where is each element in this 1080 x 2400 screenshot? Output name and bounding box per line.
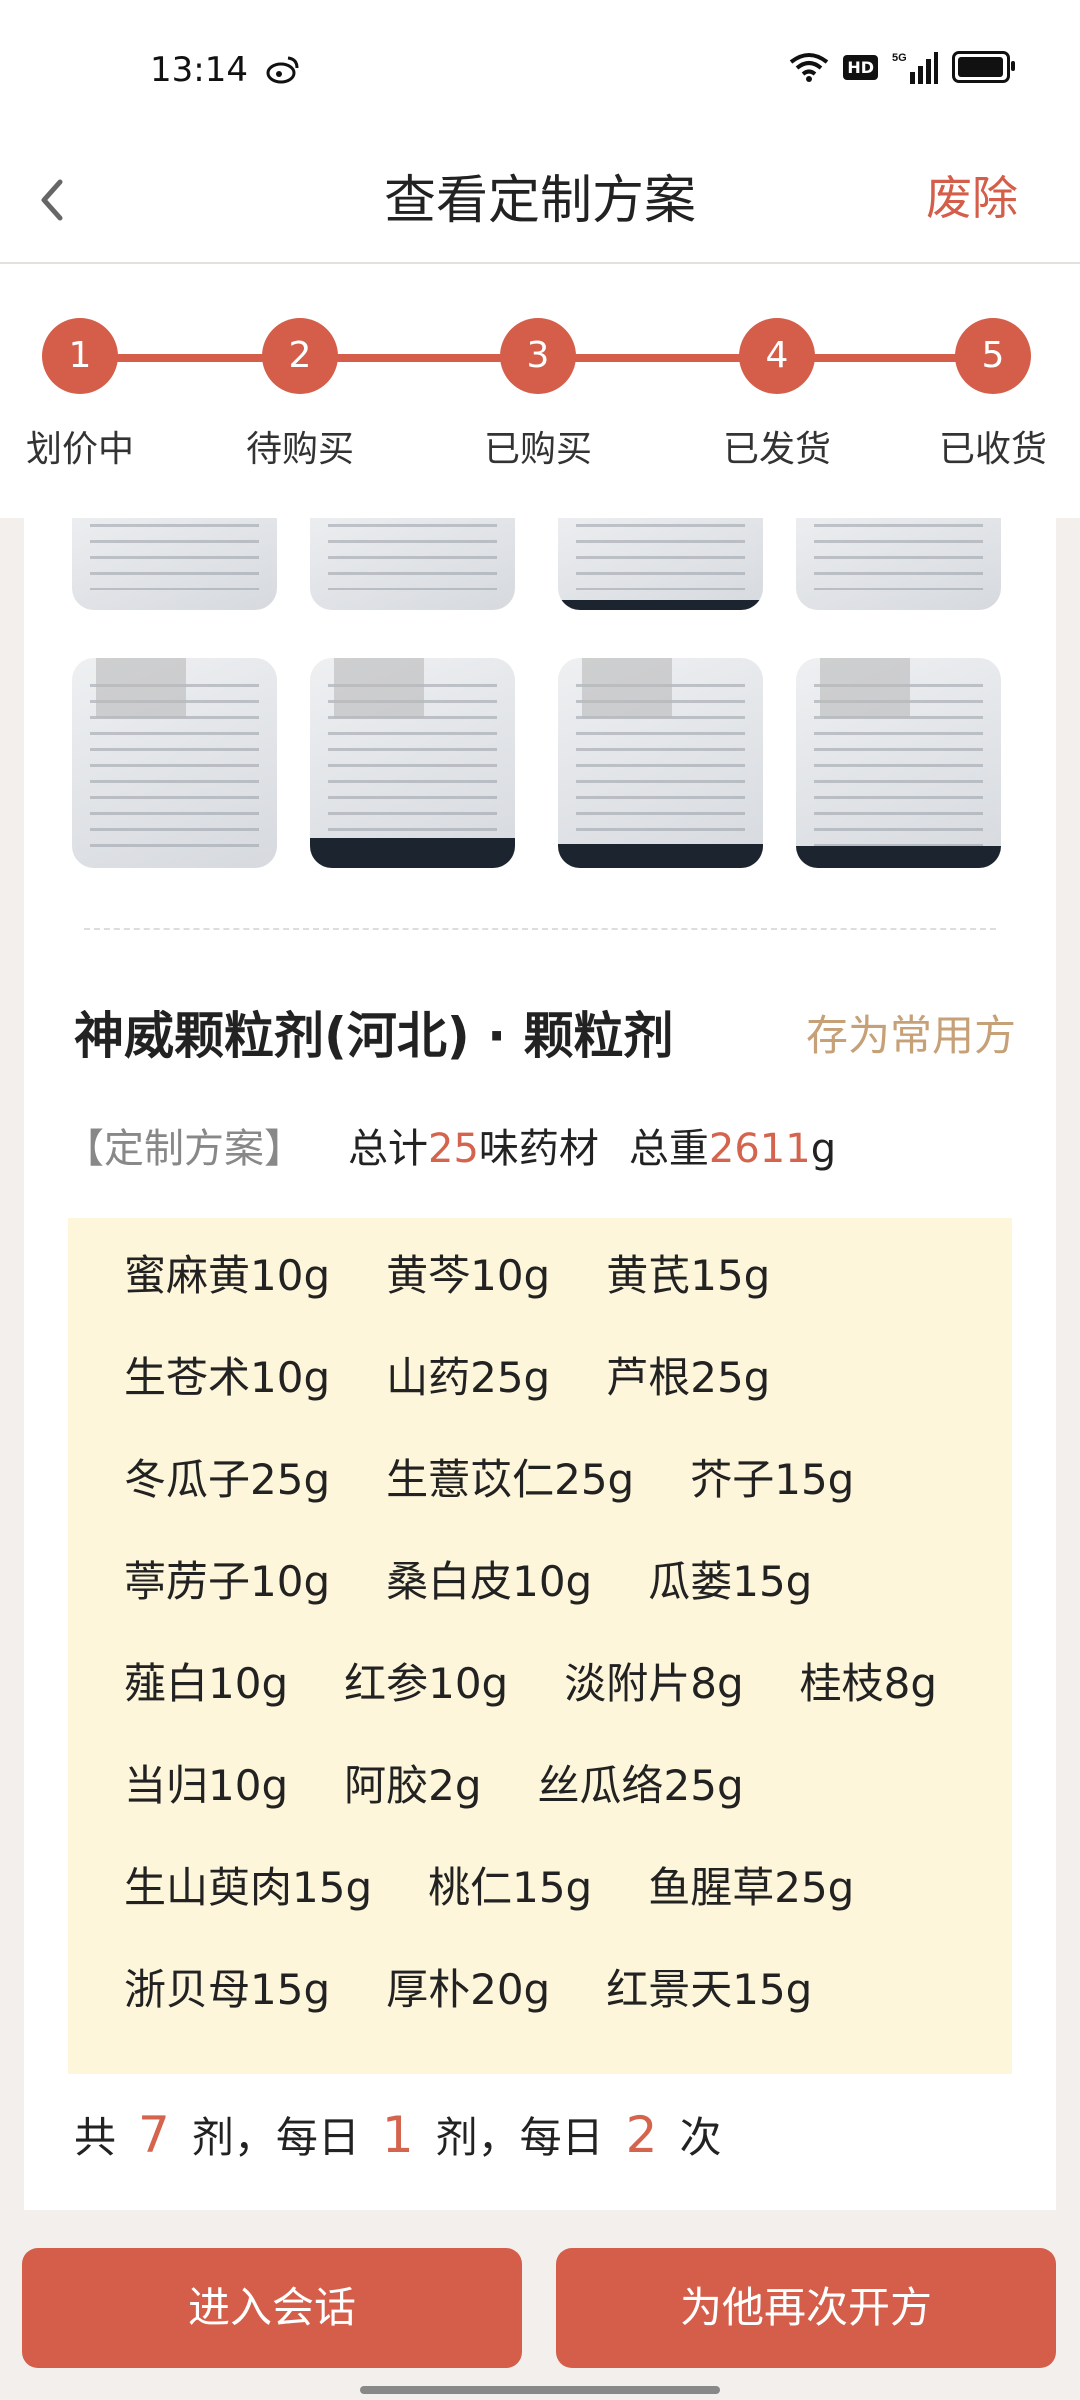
- herb-row: 当归10g 阿胶2g 丝瓜络25g: [124, 1752, 800, 1813]
- herb-item: 红参10g: [344, 1659, 509, 1708]
- battery-icon: [952, 51, 1015, 83]
- herb-item: 葶苈子10g: [124, 1557, 331, 1606]
- weight-unit: g: [810, 1126, 837, 1172]
- herb-list: 蜜麻黄10g 黄芩10g 黄芪15g 生苍术10g 山药25g 芦根25g 冬瓜…: [68, 1218, 1012, 2074]
- times-per-day: 2: [625, 2106, 658, 2164]
- step-circle: 4: [739, 318, 815, 394]
- case-image-thumbnail[interactable]: [72, 518, 277, 610]
- prescription-detail[interactable]: 神威颗粒剂(河北) · 颗粒剂 存为常用方 【定制方案】 总计25味药材 总重261…: [24, 518, 1056, 2210]
- dosage-text: 剂，每日: [435, 2113, 604, 2162]
- hd-icon: HD: [843, 54, 878, 80]
- herb-item: 桑白皮10g: [386, 1557, 593, 1606]
- dosage-text: 剂，每日: [191, 2113, 360, 2162]
- dosage-instructions: 共 7 剂，每日 1 剂，每日 2 次: [74, 2104, 722, 2165]
- count-suffix: 味药材: [478, 1126, 599, 1172]
- total-weight: 2611: [708, 1126, 811, 1172]
- dose-count: 7: [138, 2106, 170, 2164]
- herb-item: 冬瓜子25g: [124, 1455, 331, 1504]
- herb-item: 当归10g: [124, 1761, 289, 1810]
- save-as-common-button[interactable]: 存为常用方: [806, 1002, 1016, 1063]
- herb-item: 红景天15g: [606, 1965, 813, 2014]
- network-type: 5G: [892, 52, 907, 64]
- step-3: 3 已购买: [438, 318, 638, 472]
- doses-per-day: 1: [381, 2106, 414, 2164]
- abolish-button[interactable]: 废除: [926, 162, 1018, 228]
- weibo-icon: [266, 56, 299, 84]
- status-time: 13:14: [150, 50, 248, 90]
- case-image-thumbnail[interactable]: [310, 658, 515, 868]
- case-image-thumbnail[interactable]: [72, 658, 277, 868]
- herb-row: 葶苈子10g 桑白皮10g 瓜蒌15g: [124, 1548, 868, 1609]
- step-2: 2 待购买: [200, 318, 400, 472]
- dosage-text: 共: [74, 2113, 117, 2162]
- step-circle: 2: [262, 318, 338, 394]
- herb-row: 薤白10g 红参10g 淡附片8g 桂枝8g: [124, 1650, 993, 1711]
- case-image-thumbnail[interactable]: [796, 658, 1001, 868]
- herb-row: 生山萸肉15g 桃仁15g 鱼腥草25g: [124, 1854, 910, 1915]
- herb-row: 冬瓜子25g 生薏苡仁25g 芥子15g: [124, 1446, 910, 1507]
- case-image-thumbnail[interactable]: [558, 518, 763, 610]
- herb-item: 黄芩10g: [386, 1251, 551, 1300]
- herb-item: 鱼腥草25g: [648, 1863, 855, 1912]
- step-1: 1 划价中: [0, 318, 180, 472]
- herb-item: 丝瓜络25g: [537, 1761, 744, 1810]
- herb-item: 阿胶2g: [344, 1761, 482, 1810]
- step-label: 划价中: [25, 429, 134, 470]
- header: 查看定制方案 废除: [0, 140, 1080, 264]
- represcribe-button[interactable]: 为他再次开方: [556, 2248, 1056, 2368]
- herb-row: 浙贝母15g 厚朴20g 红景天15g: [124, 1956, 868, 2017]
- order-progress: 1 划价中 2 待购买 3 已购买 4 已发货 5 已收货: [0, 264, 1080, 518]
- prescription-summary: 【定制方案】 总计25味药材 总重2611g: [64, 1116, 836, 1174]
- herb-item: 芥子15g: [690, 1455, 855, 1504]
- enter-chat-button[interactable]: 进入会话: [22, 2248, 522, 2368]
- step-label: 已发货: [722, 429, 831, 470]
- herb-item: 生薏苡仁25g: [386, 1455, 635, 1504]
- case-image-thumbnail[interactable]: [310, 518, 515, 610]
- case-image-thumbnail[interactable]: [796, 518, 1001, 610]
- herb-count: 25: [428, 1126, 479, 1172]
- prescription-name: 神威颗粒剂(河北) · 颗粒剂: [74, 1007, 674, 1065]
- herb-item: 桃仁15g: [428, 1863, 593, 1912]
- herb-item: 淡附片8g: [564, 1659, 744, 1708]
- herb-item: 桂枝8g: [799, 1659, 937, 1708]
- step-circle: 3: [500, 318, 576, 394]
- case-image-thumbnail[interactable]: [558, 658, 763, 868]
- herb-item: 薤白10g: [124, 1659, 289, 1708]
- step-label: 已购买: [483, 429, 592, 470]
- herb-item: 生山萸肉15g: [124, 1863, 373, 1912]
- herb-item: 黄芪15g: [606, 1251, 771, 1300]
- herb-item: 瓜蒌15g: [648, 1557, 813, 1606]
- signal-icon: 5G: [892, 52, 938, 84]
- herb-item: 厚朴20g: [386, 1965, 551, 2014]
- step-5: 5 已收货: [893, 318, 1080, 472]
- herb-item: 蜜麻黄10g: [124, 1251, 331, 1300]
- status-bar: 13:14 HD 5G: [0, 0, 1080, 140]
- herb-item: 山药25g: [386, 1353, 551, 1402]
- step-4: 4 已发货: [677, 318, 877, 472]
- custom-plan-tag: 【定制方案】: [64, 1126, 304, 1172]
- herb-item: 生苍术10g: [124, 1353, 331, 1402]
- step-circle: 5: [955, 318, 1031, 394]
- weight-prefix: 总重: [628, 1126, 709, 1172]
- herb-item: 浙贝母15g: [124, 1965, 331, 2014]
- herb-item: 芦根25g: [606, 1353, 771, 1402]
- step-label: 已收货: [938, 429, 1047, 470]
- home-indicator[interactable]: [360, 2386, 720, 2394]
- dosage-text: 次: [679, 2113, 722, 2162]
- section-divider: [84, 928, 996, 930]
- step-circle: 1: [42, 318, 118, 394]
- wifi-icon: [790, 53, 829, 82]
- page-title: 查看定制方案: [383, 171, 696, 231]
- herb-row: 生苍术10g 山药25g 芦根25g: [124, 1344, 826, 1405]
- count-prefix: 总计: [348, 1126, 428, 1172]
- step-label: 待购买: [245, 429, 354, 470]
- herb-row: 蜜麻黄10g 黄芩10g 黄芪15g: [124, 1242, 826, 1303]
